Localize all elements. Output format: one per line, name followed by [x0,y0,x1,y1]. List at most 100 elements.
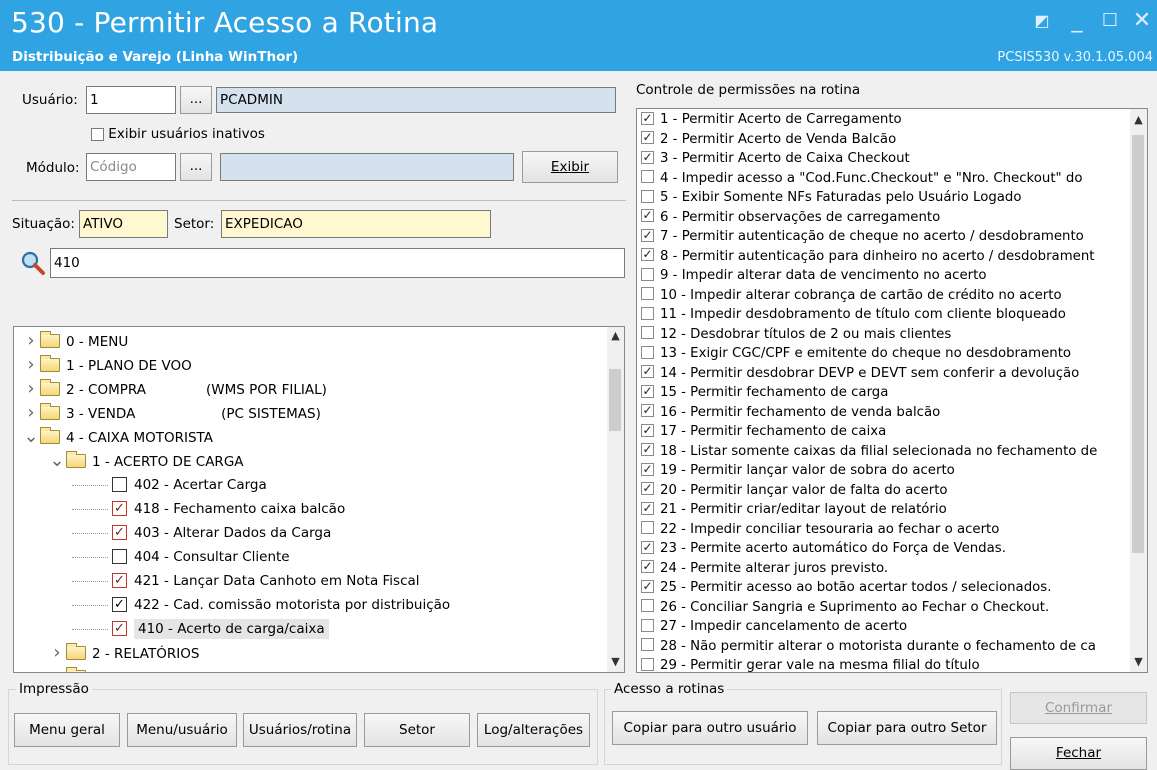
situacao-field[interactable]: ATIVO [79,210,168,238]
permission-checkbox[interactable] [641,638,654,651]
chevron-right-icon[interactable]: › [48,641,66,665]
permission-item[interactable]: ✓ 25 - Permitir acesso ao botão acertar t… [641,578,1051,598]
tree-folder[interactable]: › 3 - VENDA (PC SISTEMAS) [22,401,320,425]
permission-item[interactable]: ✓ 2 - Permitir Acerto de Venda Balcão [641,130,896,150]
permission-checkbox[interactable] [641,267,654,281]
tree-item[interactable]: ✓ 403 - Alterar Dados da Carga [72,521,331,545]
permission-checkbox[interactable]: ✓ [641,404,654,417]
permission-checkbox[interactable]: ✓ [641,228,654,242]
chevron-down-icon[interactable]: ⌄ [22,425,40,449]
tree-item[interactable]: 402 - Acertar Carga [72,473,267,497]
permission-checkbox[interactable]: ✓ [641,131,654,144]
routine-checkbox[interactable]: ✓ [112,500,127,516]
chevron-right-icon[interactable]: › [48,665,66,672]
routine-checkbox[interactable] [112,548,127,564]
routine-tree[interactable]: ▲ ▼ › 0 - MENU › 1 - PLANO DE VOO › 2 - COMPR… [13,326,625,673]
permission-item[interactable]: ✓ 16 - Permitir fechamento de venda balcã… [641,403,940,423]
chevron-right-icon[interactable]: › [22,353,40,377]
scroll-up-icon[interactable]: ▲ [607,329,624,342]
menu-usuario-button[interactable]: Menu/usuário [127,713,237,747]
scroll-up-icon[interactable]: ▲ [1130,113,1147,126]
copiar-usuario-button[interactable]: Copiar para outro usuário [612,711,808,745]
permission-item[interactable]: 5 - Exibir Somente NFs Faturadas pelo Us… [641,188,1022,208]
permissions-list[interactable]: ▲ ▼ ✓ 1 - Permitir Acerto de Carregamento… [636,108,1148,673]
permission-checkbox[interactable]: ✓ [641,443,654,456]
permission-checkbox[interactable]: ✓ [641,501,654,515]
permission-item[interactable]: ✓ 21 - Permitir criar/editar layout de re… [641,500,947,520]
permission-item[interactable]: ✓ 7 - Permitir autenticação de cheque no … [641,227,1084,247]
permission-checkbox[interactable]: ✓ [641,482,654,495]
permission-checkbox[interactable] [641,189,654,203]
permission-item[interactable]: 29 - Permitir gerar vale na mesma filial… [641,656,980,672]
permission-checkbox[interactable]: ✓ [641,111,654,125]
tree-item[interactable]: ✓ 418 - Fechamento caixa balcão [72,497,345,521]
permission-checkbox[interactable] [641,657,654,671]
tree-item[interactable]: 404 - Consultar Cliente [72,545,290,569]
permission-item[interactable]: ✓ 20 - Permitir lançar valor de falta do … [641,481,948,501]
permission-checkbox[interactable] [641,618,654,632]
tree-item[interactable]: ✓ 410 - Acerto de carga/caixa [72,617,329,641]
tree-folder[interactable]: › 1 - PLANO DE VOO [22,353,191,377]
permission-item[interactable]: ✓ 24 - Permite alterar juros previsto. [641,559,888,579]
tree-folder[interactable]: ⌄ 4 - CAIXA MOTORISTA [22,425,213,449]
permission-checkbox[interactable]: ✓ [641,209,654,222]
tree-folder[interactable]: › 2 - COMPRA (WMS POR FILIAL) [22,377,326,401]
maximize-icon[interactable]: ☐ [1095,8,1125,34]
usuario-code-input[interactable]: 1 [86,86,176,114]
tree-folder[interactable]: › 0 - MENU [22,329,128,353]
copiar-setor-button[interactable]: Copiar para outro Setor [817,711,997,745]
permission-item[interactable]: 28 - Não permitir alterar o motorista du… [641,637,1096,657]
permission-item[interactable]: ✓ 8 - Permitir autenticação para dinheiro… [641,247,1094,267]
permission-item[interactable]: 10 - Impedir alterar cobrança de cartão … [641,286,1062,306]
tree-folder[interactable]: ⌄ 1 - ACERTO DE CARGA [48,449,243,473]
chevron-down-icon[interactable]: ⌄ [48,449,66,473]
confirmar-button[interactable]: Confirmar [1010,692,1147,724]
permission-item[interactable]: 22 - Impedir conciliar tesouraria ao fec… [641,520,999,540]
log-alteracoes-button[interactable]: Log/alterações [477,713,590,747]
permission-checkbox[interactable]: ✓ [641,248,654,261]
permission-item[interactable]: 12 - Desdobrar títulos de 2 ou mais clie… [641,325,951,345]
permission-checkbox[interactable] [641,599,654,612]
permission-checkbox[interactable]: ✓ [641,365,654,378]
setor-button[interactable]: Setor [364,713,470,747]
permission-checkbox[interactable]: ✓ [641,150,654,164]
routine-checkbox[interactable]: ✓ [112,620,127,636]
scroll-thumb[interactable] [1132,135,1144,553]
modulo-lookup-button[interactable]: ... [180,153,212,181]
permission-checkbox[interactable]: ✓ [641,540,654,554]
permission-item[interactable]: ✓ 23 - Permite acerto automático do Força… [641,539,1006,559]
chevron-right-icon[interactable]: › [22,377,40,401]
search-icon[interactable] [20,250,46,276]
close-icon[interactable]: ✕ [1127,8,1157,34]
fechar-button[interactable]: Fechar [1010,737,1147,770]
chevron-right-icon[interactable]: › [22,401,40,425]
tree-scrollbar[interactable]: ▲ ▼ [607,327,624,672]
usuario-lookup-button[interactable]: ... [180,86,212,114]
permission-item[interactable]: ✓ 3 - Permitir Acerto de Caixa Checkout [641,149,910,169]
tree-folder[interactable]: › 2 - RELATÓRIOS [48,641,199,665]
search-input[interactable]: 410 [50,248,625,278]
permission-item[interactable]: 26 - Conciliar Sangria e Suprimento ao F… [641,598,1049,618]
exibir-button[interactable]: Exibir [522,151,618,183]
permission-item[interactable]: 9 - Impedir alterar data de vencimento n… [641,266,986,286]
exibir-inativos-row[interactable]: Exibir usuários inativos [91,126,265,142]
permission-item[interactable]: ✓ 19 - Permitir lançar valor de sobra do … [641,461,955,481]
permission-item[interactable]: ✓ 14 - Permitir desdobrar DEVP e DEVT sem… [641,364,1079,384]
permission-item[interactable]: ✓ 6 - Permitir observações de carregament… [641,208,940,228]
permission-item[interactable]: ✓ 1 - Permitir Acerto de Carregamento [641,110,902,130]
permission-checkbox[interactable]: ✓ [641,462,654,476]
modulo-code-input[interactable]: Código [86,153,176,181]
chevron-right-icon[interactable]: › [22,329,40,353]
exibir-inativos-checkbox[interactable] [91,127,104,141]
permission-checkbox[interactable] [641,170,654,183]
permission-checkbox[interactable]: ✓ [641,560,654,573]
setor-field[interactable]: EXPEDICAO [221,210,491,238]
permission-checkbox[interactable] [641,306,654,320]
permission-item[interactable]: 13 - Exigir CGC/CPF e emitente do cheque… [641,344,1071,364]
permission-item[interactable]: ✓ 17 - Permitir fechamento de caixa [641,422,886,442]
scroll-thumb[interactable] [609,369,621,431]
permission-item[interactable]: 27 - Impedir cancelamento de acerto [641,617,907,637]
scroll-down-icon[interactable]: ▼ [1130,655,1147,668]
scroll-down-icon[interactable]: ▼ [607,655,624,668]
usuarios-rotina-button[interactable]: Usuários/rotina [243,713,357,747]
